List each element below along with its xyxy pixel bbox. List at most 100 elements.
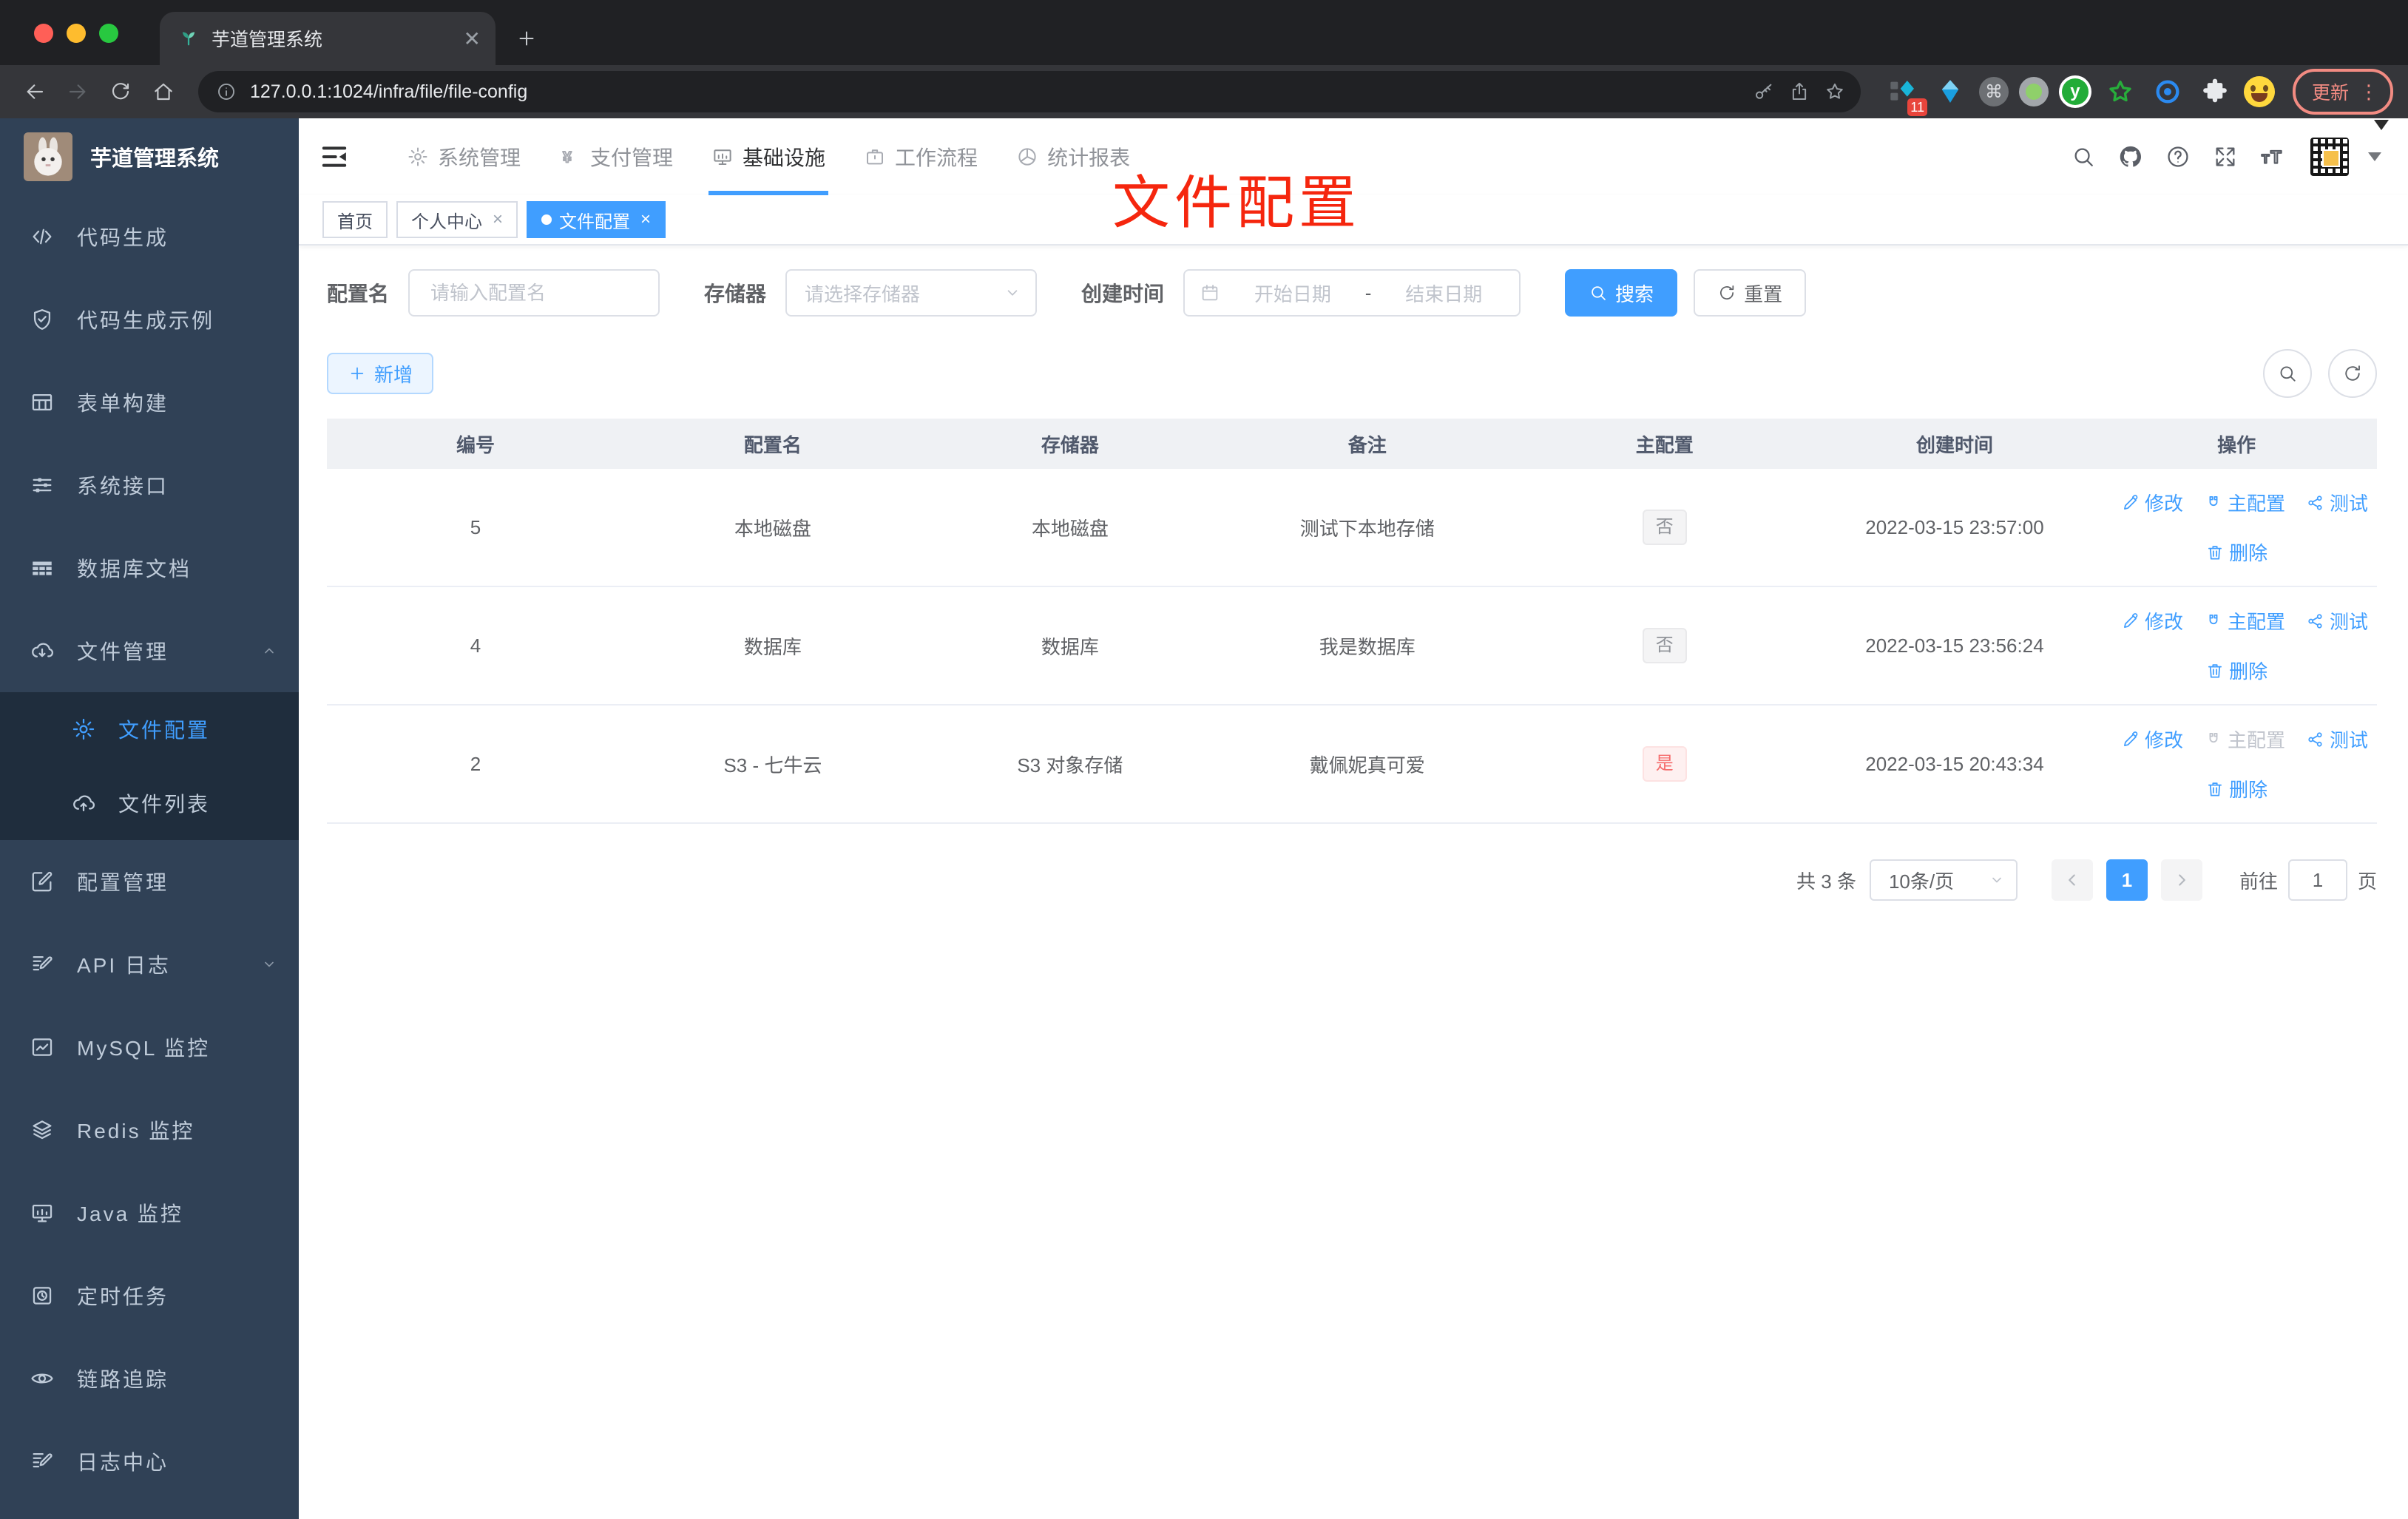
avatar[interactable] <box>2307 135 2352 179</box>
cell-master: 否 <box>1515 586 1813 706</box>
menu-dots-icon[interactable]: ⋮ <box>2359 82 2378 101</box>
extension-command-icon[interactable]: ⌘ <box>1978 77 2009 106</box>
tab-file-config[interactable]: 文件配置 × <box>527 201 666 238</box>
sidebar-item-db-doc[interactable]: 数据库文档 <box>0 527 299 609</box>
page-1-button[interactable]: 1 <box>2106 859 2148 901</box>
name-filter-input[interactable] <box>427 280 641 306</box>
sidebar-item-java-monitor[interactable]: Java 监控 <box>0 1171 299 1254</box>
topnav-item-system[interactable]: 系统管理 <box>388 118 540 195</box>
shield-icon <box>30 307 55 332</box>
extension-kite-icon[interactable] <box>1932 73 1969 110</box>
add-button[interactable]: 新增 <box>327 353 434 394</box>
bookmark-star-icon[interactable] <box>1824 81 1846 103</box>
topnav-item-payment[interactable]: 支付管理 <box>540 118 692 195</box>
close-icon[interactable]: × <box>640 209 651 230</box>
sidebar-item-file-manage[interactable]: 文件管理 <box>0 609 299 692</box>
goto-page-input[interactable] <box>2287 859 2347 901</box>
cell-remark: 测试下本地存储 <box>1218 469 1516 587</box>
window-zoom-button[interactable] <box>99 24 118 43</box>
sidebar-item-file-config[interactable]: 文件配置 <box>0 692 299 766</box>
edit-action[interactable]: 修改 <box>2121 725 2183 753</box>
sidebar-item-system-api[interactable]: 系统接口 <box>0 444 299 527</box>
refresh-table-button[interactable] <box>2328 349 2377 398</box>
sidebar-item-trace[interactable]: 链路追踪 <box>0 1337 299 1420</box>
delete-action[interactable]: 删除 <box>2205 775 2267 802</box>
sidebar-item-form-builder[interactable]: 表单构建 <box>0 361 299 444</box>
tab-home[interactable]: 首页 <box>322 201 388 238</box>
gear-icon <box>71 717 96 742</box>
test-action[interactable]: 测试 <box>2306 489 2368 516</box>
next-page-button[interactable] <box>2160 859 2202 901</box>
table-row: 2 S3 - 七牛云 S3 对象存储 戴佩妮真可爱 是 2022-03-15 20:43:… <box>327 705 2377 824</box>
sidebar-item-redis-monitor[interactable]: Redis 监控 <box>0 1089 299 1171</box>
app-logo[interactable]: 芋道管理系统 <box>0 118 299 195</box>
help-icon[interactable] <box>2165 144 2191 169</box>
topnav-item-workflow[interactable]: 工作流程 <box>845 118 997 195</box>
page-size-select[interactable]: 10条/页 <box>1869 859 2018 901</box>
share-icon[interactable] <box>1788 81 1810 103</box>
extension-star-icon[interactable] <box>2102 73 2139 110</box>
sidebar-item-api-log[interactable]: API 日志 <box>0 923 299 1006</box>
master-action[interactable]: 主配置 <box>2204 725 2285 753</box>
forward-button[interactable] <box>58 72 98 112</box>
edit-action[interactable]: 修改 <box>2121 607 2183 635</box>
url-bar[interactable]: 127.0.0.1:1024/infra/file/file-config <box>198 71 1861 112</box>
close-icon[interactable]: × <box>493 209 503 230</box>
delete-action[interactable]: 删除 <box>2205 657 2267 684</box>
topnav-item-report[interactable]: 统计报表 <box>997 118 1149 195</box>
master-badge: 否 <box>1642 628 1687 663</box>
collapse-sidebar-button[interactable] <box>319 142 349 172</box>
sidebar-item-config-manage[interactable]: 配置管理 <box>0 840 299 923</box>
password-key-icon[interactable] <box>1753 81 1775 103</box>
delete-action[interactable]: 删除 <box>2205 538 2267 566</box>
extension-emoji-icon[interactable] <box>2243 76 2275 107</box>
sidebar-item-label: Redis 监控 <box>77 1120 195 1143</box>
tab-close-icon[interactable]: ✕ <box>464 27 481 51</box>
chevron-down-icon[interactable] <box>2368 152 2381 161</box>
browser-tab[interactable]: 芋道管理系统 ✕ <box>160 12 496 65</box>
reset-button[interactable]: 重置 <box>1694 269 1807 317</box>
sidebar-item-log-center[interactable]: 日志中心 <box>0 1420 299 1503</box>
fullscreen-icon[interactable] <box>2213 144 2238 169</box>
layers-icon <box>30 1117 55 1143</box>
search-button[interactable]: 搜索 <box>1565 269 1678 317</box>
new-tab-button[interactable] <box>504 16 549 61</box>
reload-button[interactable] <box>101 72 141 112</box>
topnav-item-infra[interactable]: 基础设施 <box>692 118 845 195</box>
extension-puzzle-icon[interactable] <box>2196 73 2233 110</box>
sidebar-item-code-generation[interactable]: 代码生成 <box>0 195 299 278</box>
browser-update-button[interactable]: 更新 ⋮ <box>2292 69 2393 115</box>
extension-rings-icon[interactable] <box>2149 73 2186 110</box>
sidebar-item-label: 代码生成示例 <box>77 309 215 332</box>
font-size-icon[interactable] <box>2260 144 2285 169</box>
extension-y-icon[interactable]: y <box>2058 75 2091 108</box>
prev-page-button[interactable] <box>2051 859 2093 901</box>
sidebar-item-scheduled-task[interactable]: 定时任务 <box>0 1254 299 1337</box>
extension-dot-icon[interactable] <box>2018 77 2049 106</box>
test-action[interactable]: 测试 <box>2306 725 2368 753</box>
eye-icon <box>30 1366 55 1391</box>
master-action[interactable]: 主配置 <box>2204 607 2285 635</box>
back-button[interactable] <box>15 72 55 112</box>
search-icon[interactable] <box>2071 144 2096 169</box>
test-action[interactable]: 测试 <box>2306 607 2368 635</box>
sidebar-item-code-example[interactable]: 代码生成示例 <box>0 278 299 361</box>
storage-filter-select[interactable]: 请选择存储器 <box>785 269 1038 317</box>
master-action[interactable]: 主配置 <box>2204 489 2285 516</box>
chevron-down-icon[interactable] <box>2374 120 2389 130</box>
window-close-button[interactable] <box>34 24 53 43</box>
edit-action[interactable]: 修改 <box>2121 489 2183 516</box>
window-minimize-button[interactable] <box>67 24 86 43</box>
home-button[interactable] <box>143 72 183 112</box>
tab-profile[interactable]: 个人中心 × <box>396 201 518 238</box>
date-range-picker[interactable]: 开始日期 - 结束日期 <box>1183 269 1521 317</box>
site-info-icon[interactable] <box>216 81 237 102</box>
toggle-search-button[interactable] <box>2263 349 2312 398</box>
github-icon[interactable] <box>2118 144 2143 169</box>
date-start-placeholder: 开始日期 <box>1254 283 1331 305</box>
edit-icon <box>30 869 55 894</box>
sidebar-item-file-list[interactable]: 文件列表 <box>0 766 299 840</box>
extension-grid-icon[interactable]: 11 <box>1884 73 1927 116</box>
browser-toolbar: 127.0.0.1:1024/infra/file/file-config 11… <box>0 65 2408 118</box>
sidebar-item-mysql-monitor[interactable]: MySQL 监控 <box>0 1006 299 1089</box>
